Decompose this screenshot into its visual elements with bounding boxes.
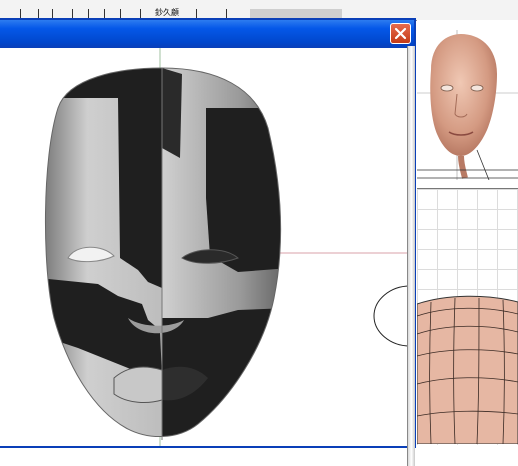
face-thumbnail bbox=[417, 30, 518, 180]
dialog-window bbox=[0, 18, 416, 466]
close-icon bbox=[394, 27, 407, 40]
title-bar[interactable] bbox=[0, 20, 414, 48]
manipulator-arc[interactable] bbox=[373, 285, 411, 347]
mesh-preview bbox=[417, 295, 518, 444]
close-button[interactable] bbox=[390, 23, 411, 44]
face-model[interactable] bbox=[0, 48, 414, 446]
scroll-track[interactable] bbox=[250, 9, 342, 18]
dialog-right-border[interactable] bbox=[407, 46, 415, 466]
toolbar-label: 鈔久顧 bbox=[155, 8, 179, 17]
3d-viewport[interactable] bbox=[0, 48, 414, 446]
right-panel bbox=[417, 20, 518, 445]
